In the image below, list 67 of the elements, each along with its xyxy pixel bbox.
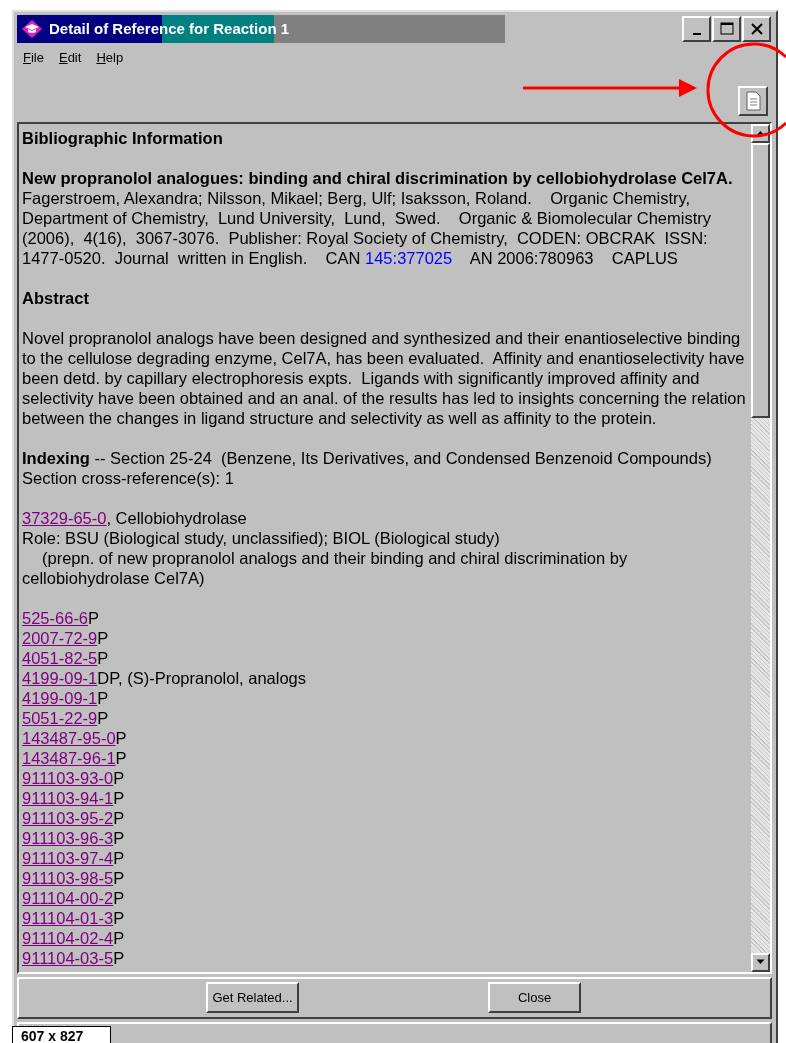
down-arrow-icon <box>756 959 765 965</box>
link[interactable]: 911103-93-0 <box>22 768 114 787</box>
document-button[interactable] <box>738 85 768 116</box>
link[interactable]: 911103-94-1 <box>22 788 114 807</box>
role-text: Role: BSU (Biological study, unclassified); BIOL (Biological study) <box>22 527 501 548</box>
dimension-label: 607 x 827 <box>12 1026 111 1043</box>
link[interactable]: 145:377025 <box>365 248 453 267</box>
link[interactable]: 4199-09-1 <box>22 668 98 687</box>
registry-entry: 5051-22-9P <box>22 707 110 728</box>
scrollbar-thumb[interactable] <box>751 142 770 418</box>
link[interactable]: 4199-09-1 <box>22 688 98 707</box>
link[interactable]: 143487-95-0 <box>22 728 116 747</box>
cross-reference-text: Section cross-reference(s): 1 <box>22 467 235 488</box>
link[interactable]: 911103-97-4 <box>22 848 114 867</box>
registry-entry: 4051-82-5P <box>22 647 110 668</box>
document-icon <box>744 90 762 111</box>
section-heading: Abstract <box>22 287 90 308</box>
registry-entry: 143487-95-0P <box>22 727 128 748</box>
link[interactable]: 911104-01-3 <box>22 908 114 927</box>
registry-entry: 911103-97-4P <box>22 847 126 868</box>
registry-entry: 911104-02-4P <box>22 927 126 948</box>
registry-entry: 4199-09-1P <box>22 687 110 708</box>
abstract-text: Novel propranolol analogs have been designed and synthesized and their enantioselective binding to the cellulose degrading enzyme, Cel7A, has been evaluated. Affinity and enantioselectivity have been detd. by capillary electrophoresis expts. Ligands with significantly improved affinity and selectivity have been obtained and an anal. of the results has led to insights concerning the relation between the changes in ligand structure and selectivity as well as affinity to the protein. <box>22 327 747 428</box>
menu-item[interactable]: File <box>23 48 44 68</box>
maximize-button[interactable] <box>712 16 741 42</box>
note-text: (prepn. of new propranolol analogs and their binding and chiral discrimination by cellobiohydrolase Cel7A) <box>22 547 629 588</box>
maximize-icon <box>719 22 734 36</box>
window-title: Detail of Reference for Reaction 1 <box>49 18 290 39</box>
link[interactable]: 911103-98-5 <box>22 868 114 887</box>
app-icon <box>21 19 43 39</box>
link[interactable]: 911104-03-5 <box>22 948 114 967</box>
registry-entry: 2007-72-9P <box>22 627 110 648</box>
link[interactable]: 37329-65-0 <box>22 508 107 527</box>
minimize-icon <box>692 32 701 35</box>
link[interactable]: 911104-02-4 <box>22 928 114 947</box>
up-arrow-icon <box>756 130 765 136</box>
link[interactable]: 911104-00-2 <box>22 888 114 907</box>
link[interactable]: 525-66-6 <box>22 608 89 627</box>
registry-entry: 525-66-6P <box>22 607 101 628</box>
citation-text: New propranolol analogues: binding and chiral discrimination by cellobiohydrolase Cel7A. Fagerstroem, Alexandra; Nilsson, Mikael; Berg, Ulf; Isaksson, Roland. Organic Chemistry, Department of Chemistry, Lund University, Lund, Swed. Organic & Biomolecular Chemistry (2006), 4(16), 3067-3076. Publisher: Royal Society of Chemistry, CODEN: OBCRAK ISSN: 1477-0520. Journal written in English. CAN 145:377025 AN 2006:780963 CAPLUS <box>22 167 734 268</box>
index-entry-text: 37329-65-0, Cellobiohydrolase <box>22 507 248 528</box>
registry-entry: 911104-01-3P <box>22 907 126 928</box>
dialog-button[interactable]: Get Related... <box>206 982 299 1013</box>
menu-item[interactable]: Edit <box>58 48 82 68</box>
link[interactable]: 911103-95-2 <box>22 808 114 827</box>
registry-entry: 911103-95-2P <box>22 807 126 828</box>
registry-entry: 911103-93-0P <box>22 767 126 788</box>
registry-entry: 911103-94-1P <box>22 787 126 808</box>
registry-entry: 143487-96-1P <box>22 747 128 768</box>
link[interactable]: 5051-22-9 <box>22 708 98 727</box>
link[interactable]: 2007-72-9 <box>22 628 98 647</box>
registry-entry: 911103-96-3P <box>22 827 126 848</box>
registry-entry: 911103-98-5P <box>22 867 126 888</box>
scroll-down-button[interactable] <box>751 952 770 972</box>
dialog-button[interactable]: Close <box>488 982 581 1013</box>
link[interactable]: 143487-96-1 <box>22 748 116 767</box>
link[interactable]: 911103-96-3 <box>22 828 114 847</box>
registry-entry: 911104-03-5P <box>22 947 126 968</box>
close-button[interactable] <box>742 16 771 42</box>
menu-item[interactable]: Help <box>96 48 124 68</box>
indexing-section-text: Indexing -- Section 25-24 (Benzene, Its Derivatives, and Condensed Benzenoid Compounds) <box>22 447 713 468</box>
link[interactable]: 4051-82-5 <box>22 648 98 667</box>
registry-entry: 911104-00-2P <box>22 887 126 908</box>
section-heading: Bibliographic Information <box>22 127 224 148</box>
minimize-button[interactable] <box>682 16 711 42</box>
close-icon <box>749 22 764 36</box>
registry-entry: 4199-09-1DP, (S)-Propranolol, analogs <box>22 667 308 688</box>
